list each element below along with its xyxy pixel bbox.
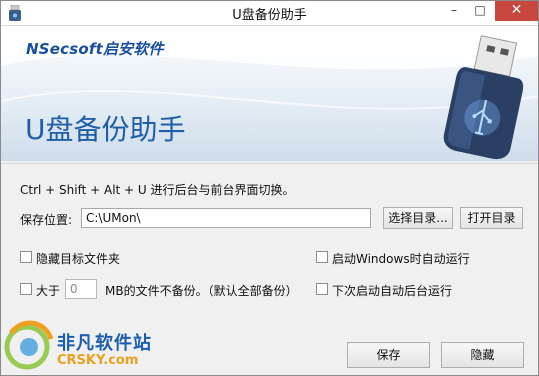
banner-divider — [1, 163, 538, 164]
banner-title: U盘备份助手 — [25, 113, 186, 146]
watermark-text-en: CRSKY.com — [57, 353, 139, 368]
usb-drive-icon — [443, 35, 524, 160]
maximize-button[interactable]: □ — [467, 1, 493, 21]
brand-logo: NSecsoft启安软件 — [26, 40, 164, 58]
close-button[interactable]: ✕ — [495, 1, 538, 21]
hide-button[interactable]: 隐藏 — [441, 342, 524, 368]
minimize-button[interactable]: – — [441, 1, 467, 21]
header-banner: NSecsoft启安软件 U盘备份助手 — [1, 26, 538, 161]
auto-run-checkbox[interactable] — [316, 251, 328, 263]
save-path-input[interactable]: C:\UMon\ — [81, 208, 371, 228]
size-limit-checkbox[interactable] — [20, 283, 32, 295]
hide-target-folder-label: 隐藏目标文件夹 — [36, 252, 121, 266]
watermark-text-cn: 非凡软件站 — [57, 333, 152, 354]
auto-run-label: 启动Windows时自动运行 — [332, 252, 470, 266]
size-limit-prefix: 大于 — [36, 284, 61, 298]
next-start-background-checkbox[interactable] — [316, 283, 328, 295]
next-start-background-label: 下次启动自动后台运行 — [332, 284, 453, 298]
title-bar[interactable]: U盘备份助手 – □ ✕ — [1, 1, 538, 26]
open-folder-button[interactable]: 打开目录 — [460, 207, 523, 229]
save-button[interactable]: 保存 — [347, 342, 430, 368]
size-limit-input[interactable]: 0 — [65, 279, 97, 299]
size-limit-suffix: MB的文件不备份。（默认全部备份） — [105, 284, 298, 298]
browse-folder-button[interactable]: 选择目录... — [383, 207, 453, 229]
save-location-label: 保存位置: — [20, 213, 73, 227]
main-window: U盘备份助手 – □ ✕ NSecsoft启安软件 U盘备份助手 Ctrl + … — [0, 0, 539, 376]
hide-target-folder-checkbox[interactable] — [20, 251, 32, 263]
hotkey-hint: Ctrl + Shift + Alt + U 进行后台与前台界面切换。 — [20, 183, 295, 197]
